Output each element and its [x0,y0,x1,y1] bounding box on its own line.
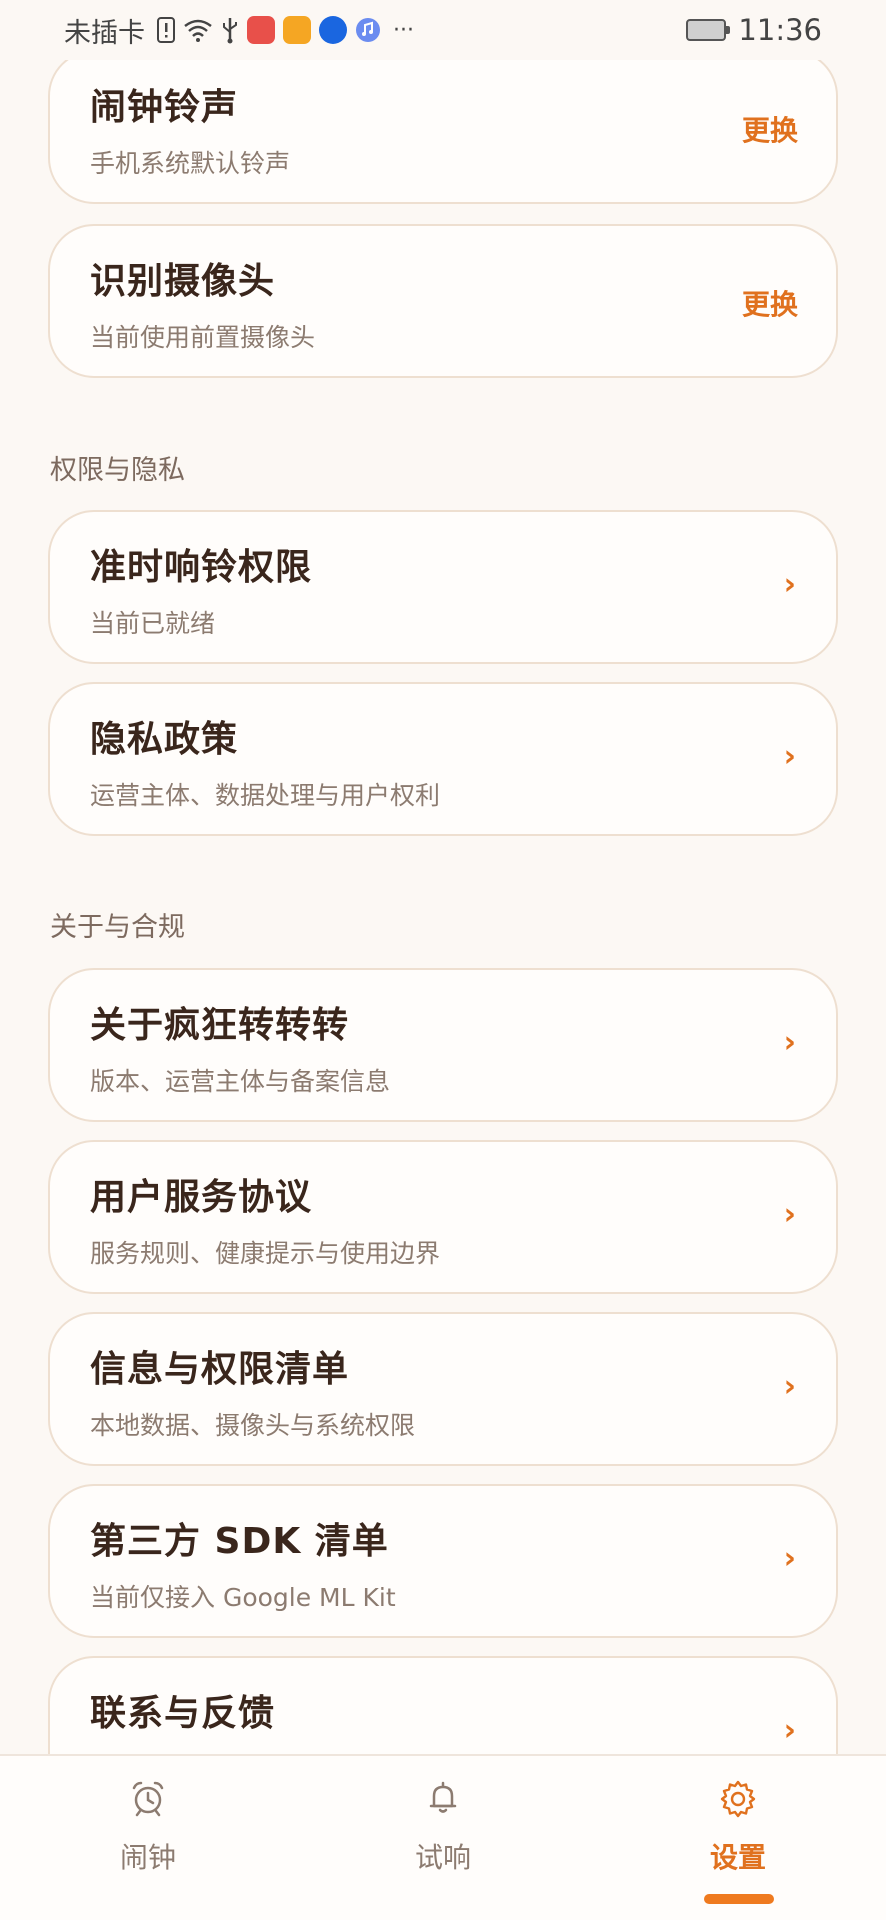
chevron-right-icon: › [783,1713,796,1748]
alarm-permission-title: 准时响铃权限 [90,547,313,588]
change-camera-button[interactable]: 更换 [742,283,798,323]
chevron-right-icon: › [783,1197,796,1232]
section-title-privacy: 权限与隐私 [50,455,185,486]
user-agreement-card[interactable]: 用户服务协议 服务规则、健康提示与使用边界 › [48,1140,838,1294]
camera-title: 识别摄像头 [90,261,276,302]
camera-card[interactable]: 识别摄像头 当前使用前置摄像头 更换 [48,224,838,378]
alarm-permission-subtitle: 当前已就绪 [90,609,216,638]
contact-feedback-title: 联系与反馈 [90,1693,276,1734]
sim-alert-icon [157,17,175,43]
third-party-sdk-card[interactable]: 第三方 SDK 清单 当前仅接入 Google ML Kit › [48,1484,838,1638]
privacy-policy-subtitle: 运营主体、数据处理与用户权利 [90,781,441,810]
permission-list-title: 信息与权限清单 [90,1349,350,1390]
permission-list-subtitle: 本地数据、摄像头与系统权限 [90,1411,416,1440]
privacy-policy-title: 隐私政策 [90,719,239,760]
permission-list-card[interactable]: 信息与权限清单 本地数据、摄像头与系统权限 › [48,1312,838,1466]
wifi-icon [183,18,213,42]
alarm-clock-icon [132,1781,164,1817]
app-tips-icon [319,16,347,44]
contact-feedback-card[interactable]: 联系与反馈 › [48,1656,838,1754]
third-party-sdk-subtitle: 当前仅接入 Google ML Kit [90,1583,396,1612]
settings-scroll-area[interactable]: 闹钟铃声 手机系统默认铃声 更换 识别摄像头 当前使用前置摄像头 更换 权限与隐… [0,0,886,1754]
about-app-card[interactable]: 关于疯狂转转转 版本、运营主体与备案信息 › [48,968,838,1122]
ringtone-card[interactable]: 闹钟铃声 手机系统默认铃声 更换 [48,50,838,204]
user-agreement-subtitle: 服务规则、健康提示与使用边界 [90,1239,441,1268]
tab-alarm-label: 闹钟 [119,1841,176,1874]
third-party-sdk-title: 第三方 SDK 清单 [90,1521,389,1562]
chevron-right-icon: › [783,1369,796,1404]
battery-icon [686,19,731,41]
ringtone-title: 闹钟铃声 [90,87,239,128]
section-title-about: 关于与合规 [50,912,185,943]
tab-test-ring[interactable]: 试响 [343,1756,543,1920]
tab-settings-label: 设置 [709,1841,766,1874]
status-bar: 未插卡 ··· 11:36 [0,0,886,60]
user-agreement-title: 用户服务协议 [90,1177,313,1218]
settings-screen: 闹钟铃声 手机系统默认铃声 更换 识别摄像头 当前使用前置摄像头 更换 权限与隐… [0,0,886,1920]
carrier-label: 未插卡 [64,17,145,49]
chevron-right-icon: › [783,567,796,602]
chevron-right-icon: › [783,1025,796,1060]
usb-icon [221,16,239,44]
alarm-permission-card[interactable]: 准时响铃权限 当前已就绪 › [48,510,838,664]
camera-subtitle: 当前使用前置摄像头 [90,323,316,352]
chevron-right-icon: › [783,739,796,774]
about-app-title: 关于疯狂转转转 [90,1005,350,1046]
ringtone-subtitle: 手机系统默认铃声 [90,149,291,178]
privacy-policy-card[interactable]: 隐私政策 运营主体、数据处理与用户权利 › [48,682,838,836]
chevron-right-icon: › [783,1541,796,1576]
change-ringtone-button[interactable]: 更换 [742,109,798,149]
about-app-subtitle: 版本、运营主体与备案信息 [90,1067,391,1096]
app-video-icon [283,16,311,44]
active-tab-indicator [704,1894,774,1904]
app-huawei-icon [247,16,275,44]
bell-icon [429,1781,457,1813]
tab-alarm[interactable]: 闹钟 [48,1756,248,1920]
gear-icon [720,1780,756,1818]
music-icon [355,17,381,43]
clock-time: 11:36 [738,13,822,47]
more-notifications-icon: ··· [393,17,414,43]
tab-test-ring-label: 试响 [414,1841,471,1874]
